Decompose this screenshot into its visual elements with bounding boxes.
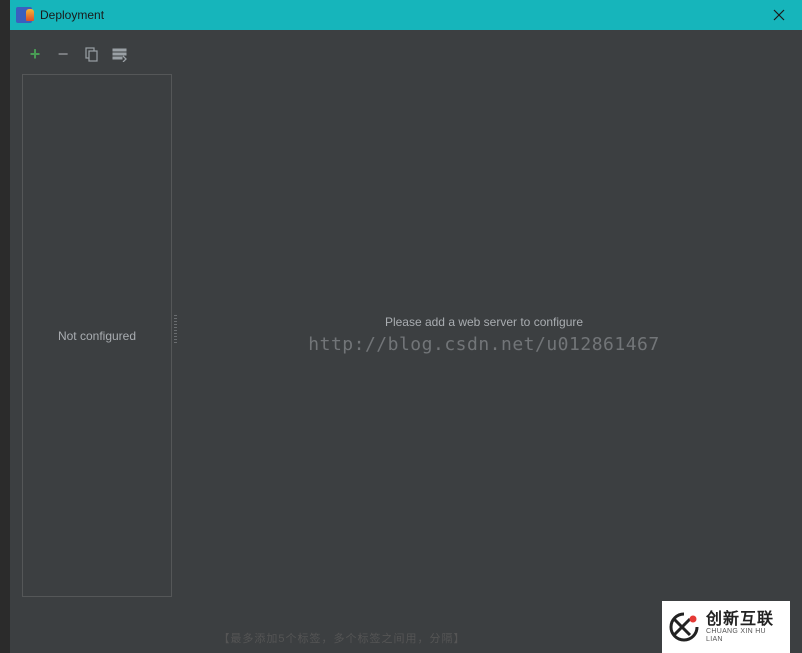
remove-button[interactable]: − (54, 45, 72, 63)
window-title: Deployment (40, 8, 764, 22)
obscured-bottom-row: 【最多添加5个标签，多个标签之间用，分隔】 (22, 629, 662, 647)
deployment-dialog: Deployment + − (10, 0, 802, 653)
brand-name-cn: 创新互联 (706, 611, 784, 629)
obscured-text: 【最多添加5个标签，多个标签之间用，分隔】 (218, 630, 465, 646)
toolbar: + − (22, 40, 790, 68)
servers-list-pane[interactable]: Not configured (22, 74, 172, 597)
copy-icon (84, 47, 99, 62)
content-area: + − Not configu (10, 30, 802, 653)
background-sliver (0, 0, 10, 653)
main-panes: Not configured Please add a web server t… (22, 74, 790, 597)
add-button[interactable]: + (26, 45, 44, 63)
close-button[interactable] (764, 0, 794, 30)
hint-text: Please add a web server to configure (385, 315, 583, 329)
brand-overlay: 创新互联 CHUANG XIN HU LIAN (662, 601, 790, 653)
copy-button[interactable] (82, 45, 100, 63)
plus-icon: + (30, 45, 41, 63)
list-button[interactable] (110, 45, 128, 63)
list-icon (112, 47, 127, 62)
brand-name-pinyin: CHUANG XIN HU LIAN (706, 628, 784, 643)
empty-list-label: Not configured (58, 329, 136, 343)
close-icon (773, 9, 785, 21)
app-icon (16, 7, 32, 23)
brand-text: 创新互联 CHUANG XIN HU LIAN (706, 611, 784, 644)
details-pane: Please add a web server to configure htt… (178, 74, 790, 597)
brand-logo-icon (668, 611, 700, 643)
watermark-text: http://blog.csdn.net/u012861467 (308, 334, 659, 355)
minus-icon: − (58, 45, 69, 63)
title-bar: Deployment (10, 0, 802, 30)
splitter-handle-icon (174, 315, 177, 345)
